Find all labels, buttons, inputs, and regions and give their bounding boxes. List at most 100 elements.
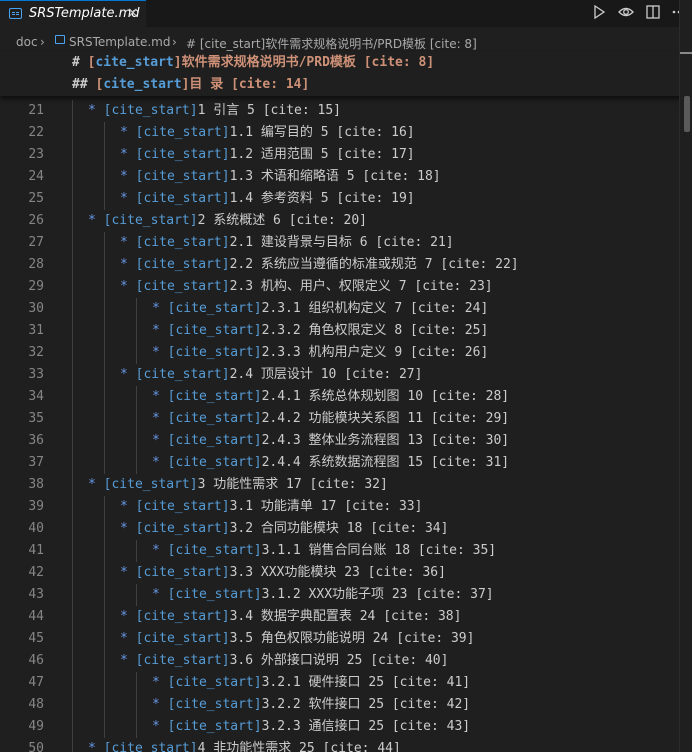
indent-guide	[104, 628, 105, 650]
editor-line[interactable]: 42 * [cite_start]3.3 XXX功能模块 23 [cite: 36…	[0, 562, 680, 584]
editor-line[interactable]: 40 * [cite_start]3.2 合同功能模块 18 [cite: 34]	[0, 518, 680, 540]
editor-line[interactable]: 24 * [cite_start]1.3 术语和缩略语 5 [cite: 18]	[0, 166, 680, 188]
cite-start-tag: [cite_start]	[167, 543, 262, 558]
indent-guide	[136, 430, 137, 452]
editor-content[interactable]: 21 * [cite_start]1 引言 5 [cite: 15] 22 * [ci…	[0, 96, 692, 752]
list-bullet: *	[120, 609, 136, 624]
indent-guide	[72, 672, 73, 694]
sticky-scroll-header[interactable]: # [cite_start]软件需求规格说明书/PRD模板 [cite: 8] …	[0, 52, 692, 96]
list-bullet: *	[88, 477, 104, 492]
breadcrumb-folder[interactable]: doc	[16, 35, 38, 49]
indent-guide	[72, 144, 73, 166]
indent-guide	[104, 298, 105, 320]
line-number: 33	[28, 367, 44, 382]
line-code: * [cite_start]2.4.1 系统总体规划图 10 [cite: 28…	[152, 386, 509, 408]
preview-icon[interactable]	[618, 4, 634, 20]
editor-line[interactable]: 30 * [cite_start]2.3.1 组织机构定义 7 [cite: 24…	[0, 298, 680, 320]
toc-entry-text: 2.3.2 角色权限定义 8 [cite: 25]	[261, 323, 489, 338]
editor-line[interactable]: 29 * [cite_start]2.3 机构、用户、权限定义 7 [cite: …	[0, 276, 680, 298]
indent-guide	[104, 694, 105, 716]
editor-line[interactable]: 27 * [cite_start]2.1 建设背景与目标 6 [cite: 21]	[0, 232, 680, 254]
editor-line[interactable]: 47 * [cite_start]3.2.1 硬件接口 25 [cite: 41]	[0, 672, 680, 694]
indent-guide	[136, 672, 137, 694]
toc-entry-text: 3.5 角色权限功能说明 24 [cite: 39]	[229, 631, 475, 646]
editor-line[interactable]: 38 * [cite_start]3 功能性需求 17 [cite: 32]	[0, 474, 680, 496]
line-number: 44	[28, 609, 44, 624]
indent-guide	[72, 122, 73, 144]
editor-line[interactable]: 45 * [cite_start]3.5 角色权限功能说明 24 [cite: 3…	[0, 628, 680, 650]
cite-tag: cite_start	[103, 77, 182, 92]
editor-line[interactable]: 34 * [cite_start]2.4.1 系统总体规划图 10 [cite: …	[0, 386, 680, 408]
editor-line[interactable]: 43 * [cite_start]3.1.2 XXX功能子项 23 [cite: …	[0, 584, 680, 606]
editor-line[interactable]: 21 * [cite_start]1 引言 5 [cite: 15]	[0, 100, 680, 122]
sticky-heading-2[interactable]: ## [cite_start]目 录 [cite: 14]	[72, 74, 309, 96]
list-bullet: *	[152, 389, 168, 404]
heading-text: ]软件需求规格说明书/PRD模板 [cite: 8]	[173, 55, 435, 70]
line-number: 47	[28, 675, 44, 690]
list-bullet: *	[120, 257, 136, 272]
indent-guide	[104, 452, 105, 474]
editor-line[interactable]: 41 * [cite_start]3.1.1 销售合同台账 18 [cite: 3…	[0, 540, 680, 562]
line-code: * [cite_start]3 功能性需求 17 [cite: 32]	[88, 474, 388, 496]
list-bullet: *	[120, 367, 136, 382]
cite-start-tag: [cite_start]	[167, 587, 262, 602]
indent-guide	[104, 606, 105, 628]
breadcrumb-file[interactable]: SRSTemplate.md	[69, 35, 170, 49]
line-number: 37	[28, 455, 44, 470]
list-bullet: *	[120, 631, 136, 646]
editor-line[interactable]: 32 * [cite_start]2.3.3 机构用户定义 9 [cite: 26…	[0, 342, 680, 364]
markdown-file-icon	[9, 8, 22, 19]
editor-line[interactable]: 48 * [cite_start]3.2.2 软件接口 25 [cite: 42]	[0, 694, 680, 716]
run-icon[interactable]	[591, 4, 607, 20]
breadcrumb-symbol[interactable]: # [cite_start]软件需求规格说明书/PRD模板 [cite: 8]	[186, 35, 477, 52]
editor-line[interactable]: 23 * [cite_start]1.2 适用范围 5 [cite: 17]	[0, 144, 680, 166]
editor-line[interactable]: 39 * [cite_start]3.1 功能清单 17 [cite: 33]	[0, 496, 680, 518]
indent-guide	[136, 342, 137, 364]
tab-srstemplate[interactable]: SRSTemplate.md ×	[0, 0, 146, 27]
cite-start-tag: [cite_start]	[167, 323, 262, 338]
close-icon[interactable]: ×	[127, 5, 139, 21]
editor-line[interactable]: 28 * [cite_start]2.2 系统应当遵循的标准或规范 7 [cite…	[0, 254, 680, 276]
editor-line[interactable]: 33 * [cite_start]2.4 顶层设计 10 [cite: 27]	[0, 364, 680, 386]
scrollbar-thumb[interactable]	[684, 96, 690, 132]
line-number: 39	[28, 499, 44, 514]
cite-tag: cite_start	[95, 55, 174, 70]
line-number: 28	[28, 257, 44, 272]
cite-start-tag: [cite_start]	[135, 147, 230, 162]
editor-line[interactable]: 44 * [cite_start]3.4 数据字典配置表 24 [cite: 38…	[0, 606, 680, 628]
line-code: * [cite_start]2.3.3 机构用户定义 9 [cite: 26]	[152, 342, 488, 364]
cite-start-tag: [cite_start]	[135, 653, 230, 668]
indent-guide	[136, 540, 137, 562]
vertical-scrollbar[interactable]	[679, 0, 692, 752]
editor-line[interactable]: 25 * [cite_start]1.4 参考资料 5 [cite: 19]	[0, 188, 680, 210]
indent-guide	[72, 562, 73, 584]
indent-guide	[72, 430, 73, 452]
indent-guide	[72, 540, 73, 562]
editor-line[interactable]: 31 * [cite_start]2.3.2 角色权限定义 8 [cite: 25…	[0, 320, 680, 342]
indent-guide	[72, 342, 73, 364]
editor-line[interactable]: 37 * [cite_start]2.4.4 系统数据流程图 15 [cite: …	[0, 452, 680, 474]
line-number: 36	[28, 433, 44, 448]
line-code: * [cite_start]1 引言 5 [cite: 15]	[88, 100, 341, 122]
editor-line[interactable]: 46 * [cite_start]3.6 外部接口说明 25 [cite: 40]	[0, 650, 680, 672]
editor-line[interactable]: 22 * [cite_start]1.1 编写目的 5 [cite: 16]	[0, 122, 680, 144]
indent-guide	[72, 716, 73, 738]
indent-guide	[136, 452, 137, 474]
editor-line[interactable]: 36 * [cite_start]2.4.3 整体业务流程图 13 [cite: …	[0, 430, 680, 452]
editor-line[interactable]: 49 * [cite_start]3.2.3 通信接口 25 [cite: 43]	[0, 716, 680, 738]
heading-text: ]目 录 [cite: 14]	[181, 77, 310, 92]
editor-line[interactable]: 26 * [cite_start]2 系统概述 6 [cite: 20]	[0, 210, 680, 232]
line-number: 41	[28, 543, 44, 558]
indent-guide	[104, 584, 105, 606]
split-editor-icon[interactable]	[645, 4, 661, 20]
indent-guide	[104, 122, 105, 144]
sticky-heading-1[interactable]: # [cite_start]软件需求规格说明书/PRD模板 [cite: 8]	[72, 52, 434, 74]
line-code: * [cite_start]2 系统概述 6 [cite: 20]	[88, 210, 367, 232]
cite-start-tag: [cite_start]	[167, 301, 262, 316]
editor-line[interactable]: 50 * [cite_start]4 非功能性需求 25 [cite: 44]	[0, 738, 680, 752]
line-code: * [cite_start]3.2.1 硬件接口 25 [cite: 41]	[152, 672, 470, 694]
cite-start-tag: [cite_start]	[167, 455, 262, 470]
editor-line[interactable]: 35 * [cite_start]2.4.2 功能模块关系图 11 [cite: …	[0, 408, 680, 430]
toc-entry-text: 2.4.4 系统数据流程图 15 [cite: 31]	[261, 455, 510, 470]
toc-entry-text: 3.2.1 硬件接口 25 [cite: 41]	[261, 675, 471, 690]
